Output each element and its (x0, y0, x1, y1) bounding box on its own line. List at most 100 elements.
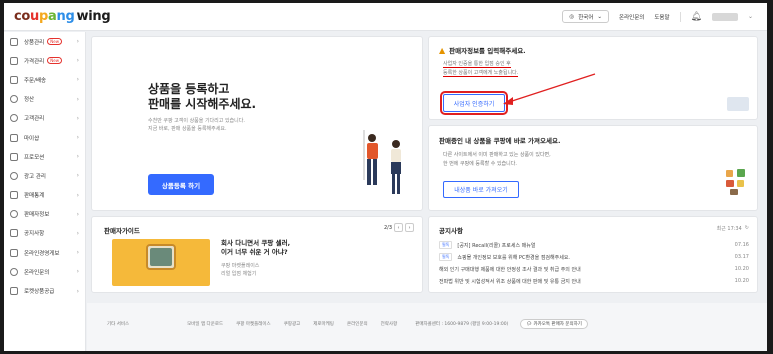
sidebar-item-orders[interactable]: 주문/배송 › (4, 70, 85, 89)
bell-icon[interactable]: 🔔︎ (691, 12, 702, 22)
import-products-button[interactable]: 내상품 바로 가져오기 (443, 181, 519, 198)
sidebar-item-online-inquiry[interactable]: 온라인문의 › (4, 262, 85, 281)
sidebar-item-label: 로켓상품공급 (24, 289, 55, 296)
language-label: 한국어 (578, 14, 594, 21)
chevron-right-icon: › (76, 191, 79, 199)
ad-icon (10, 171, 18, 180)
footer-link[interactable]: 전략사항 (381, 321, 398, 327)
language-select[interactable]: ◎ 한국어 ⌄ (562, 10, 610, 23)
footer-link[interactable]: 온라인문의 (347, 321, 368, 327)
import-desc-line: 한 번에 쿠팡에 등록할 수 있습니다. (443, 161, 517, 167)
sidebar-item-seller-info[interactable]: 판매자정보 › (4, 205, 85, 224)
notice-text: 해외 인기 구매대행 제품에 대한 안정성 조사 결과 및 취급 주의 안내 (439, 266, 581, 273)
guide-headline-line: 이거 너무 쉬운 거 아냐? (221, 248, 288, 256)
hero-subtitle-line: 지금 바로, 판매 상품을 등록해주세요. (148, 126, 227, 132)
notice-time-label: 최근 17:34 (716, 226, 742, 232)
guide-pager: 2/3 ‹ › (384, 223, 414, 232)
sidebar-item-management-report[interactable]: 온라인경영게보 › (4, 243, 85, 262)
kakao-chat-label: 카카오톡 판매자 문의하기 (533, 322, 582, 327)
business-verify-button[interactable]: 사업자 인증하기 (440, 91, 508, 115)
import-desc-line: 다른 사이트에서 이미 판매하고 있는 상품이 있다면, (443, 152, 551, 158)
chevron-right-icon: › (76, 287, 79, 295)
guide-thumbnail[interactable] (112, 239, 210, 286)
sidebar-item-products[interactable]: 상품관리 New › (4, 32, 85, 51)
help-link[interactable]: 도움말 (654, 13, 669, 21)
sidebar-item-pricing[interactable]: 가격관리 New › (4, 51, 85, 70)
user-name-redacted[interactable] (711, 12, 738, 21)
chevron-right-icon: › (76, 76, 79, 84)
chevron-right-icon: › (76, 38, 79, 46)
refresh-icon[interactable]: ↻ (745, 225, 749, 232)
sidebar-item-settlement[interactable]: 정산 › (4, 90, 85, 109)
sidebar-item-label: 판매자정보 (24, 212, 50, 219)
warning-icon: ▲ (439, 45, 446, 55)
notice-text: [공지] Recall(리콜) 프로세스 매뉴얼 (457, 242, 536, 249)
footer-link[interactable]: 쿠팡광고 (284, 321, 301, 327)
logo-letter: g (65, 9, 75, 24)
sidebar-item-label: 주문/배송 (24, 77, 47, 84)
register-product-button[interactable]: 상품등록 하기 (148, 174, 214, 195)
promotion-icon (10, 152, 18, 161)
seller-info-desc-line: 사업자 인증을 통한 입점 승인 후 (443, 61, 511, 68)
footer-link[interactable]: 쿠팡 마켓플레이스 (236, 321, 271, 327)
notice-text: 전파법 위반 및 시험성적서 위조 상품에 대한 판매 및 유통 금지 안내 (439, 278, 581, 285)
won-icon (10, 95, 18, 104)
hero-title-line: 판매를 시작해주세요. (148, 97, 257, 111)
truck-icon (10, 75, 18, 84)
sidebar-item-promotion[interactable]: 프로모션 › (4, 147, 85, 166)
coupang-wing-logo[interactable]: coupang wing (14, 9, 111, 24)
tv-illustration (146, 244, 176, 270)
notice-list: 필독 [공지] Recall(리콜) 프로세스 매뉴얼 07.16 필독 쇼핑몰 개인… (439, 239, 749, 287)
chevron-down-icon: ⌄ (597, 13, 603, 20)
import-products-card: 판매중인 내 상품을 쿠팡에 바로 가져오세요. 다른 사이트에서 이미 판매하… (428, 125, 758, 211)
notice-date: 03.17 (734, 254, 749, 260)
chevron-right-icon: › (76, 153, 79, 161)
globe-icon: ◎ (569, 13, 575, 20)
footer-links: 모바일 앱 다운로드 쿠팡 마켓플레이스 쿠팡광고 제로마케팅 온라인문의 전략… (187, 321, 397, 327)
hero-title: 상품을 등록하고 판매를 시작해주세요. (148, 82, 256, 112)
products-icon (726, 169, 745, 195)
sidebar-item-label: 상품관리 (24, 39, 45, 46)
notice-row[interactable]: 해외 인기 구매대행 제품에 대한 안정성 조사 결과 및 취급 주의 안내 10… (439, 263, 749, 275)
notice-row[interactable]: 필독 쇼핑몰 개인정보 보호를 위해 PC환경을 점검해주세요. 03.17 (439, 251, 749, 263)
person-icon (10, 210, 18, 219)
seller-guide-card: 판매자가이드 2/3 ‹ › 회사 다니면서 쿠팡 셀러, 이거 너무 쉬운 거… (91, 216, 423, 293)
chevron-down-icon[interactable]: ⌄ (748, 13, 753, 20)
box-icon (10, 37, 18, 46)
footer-link[interactable]: 모바일 앱 다운로드 (187, 321, 223, 327)
chevron-right-icon: › (76, 134, 79, 142)
footer-link[interactable]: 제로마케팅 (313, 321, 334, 327)
chevron-right-icon: › (76, 249, 79, 257)
chevron-left-icon[interactable]: ‹ (394, 223, 403, 232)
sidebar-item-rocket-supply[interactable]: 로켓상품공급 › (4, 281, 85, 300)
notice-row[interactable]: 전파법 위반 및 시험성적서 위조 상품에 대한 판매 및 유통 금지 안내 10… (439, 275, 749, 287)
guide-headline[interactable]: 회사 다니면서 쿠팡 셀러, 이거 너무 쉬운 거 아냐? (221, 239, 290, 257)
logo-suffix: wing (76, 9, 111, 24)
sidebar-item-label: 프로모션 (24, 154, 45, 161)
notice-tag: 필독 (439, 241, 453, 249)
sidebar-item-label: 판매통계 (24, 193, 45, 200)
sidebar-item-label: 온라인문의 (24, 269, 50, 276)
seller-guide-title: 판매자가이드 (104, 227, 140, 235)
sidebar-item-myshop[interactable]: 마이샵 › (4, 128, 85, 147)
online-inquiry-link[interactable]: 온라인문의 (619, 13, 644, 21)
top-bar: coupang wing ◎ 한국어 ⌄ 온라인문의 도움말 🔔︎ ⌄ (4, 3, 767, 31)
chevron-right-icon[interactable]: › (405, 223, 414, 232)
chevron-right-icon: › (76, 95, 79, 103)
sidebar-item-label: 광고 관리 (24, 173, 46, 180)
sidebar-item-label: 마이샵 (24, 135, 40, 142)
sidebar-item-ads[interactable]: 광고 관리 › (4, 166, 85, 185)
notice-title[interactable]: 공지사항 (439, 225, 463, 235)
guide-subtext-line: 리얼 입점 체험기 (221, 271, 257, 277)
sidebar-item-notices[interactable]: 공지사항 › (4, 224, 85, 243)
sidebar-item-label: 온라인경영게보 (24, 250, 60, 257)
sidebar-item-label: 고객관리 (24, 116, 45, 123)
headset-icon (10, 267, 18, 276)
notice-time: 최근 17:34 ↻ (717, 225, 749, 232)
sidebar-item-customers[interactable]: 고객관리 › (4, 109, 85, 128)
notice-row[interactable]: 필독 [공지] Recall(리콜) 프로세스 매뉴얼 07.16 (439, 239, 749, 251)
sidebar-item-stats[interactable]: 판매통계 › (4, 186, 85, 205)
annotation-arrow (503, 73, 596, 105)
app-window: coupang wing ◎ 한국어 ⌄ 온라인문의 도움말 🔔︎ ⌄ 상품관리 N… (4, 3, 767, 351)
kakao-chat-button[interactable]: 💬︎ 카카오톡 판매자 문의하기 (520, 319, 588, 329)
